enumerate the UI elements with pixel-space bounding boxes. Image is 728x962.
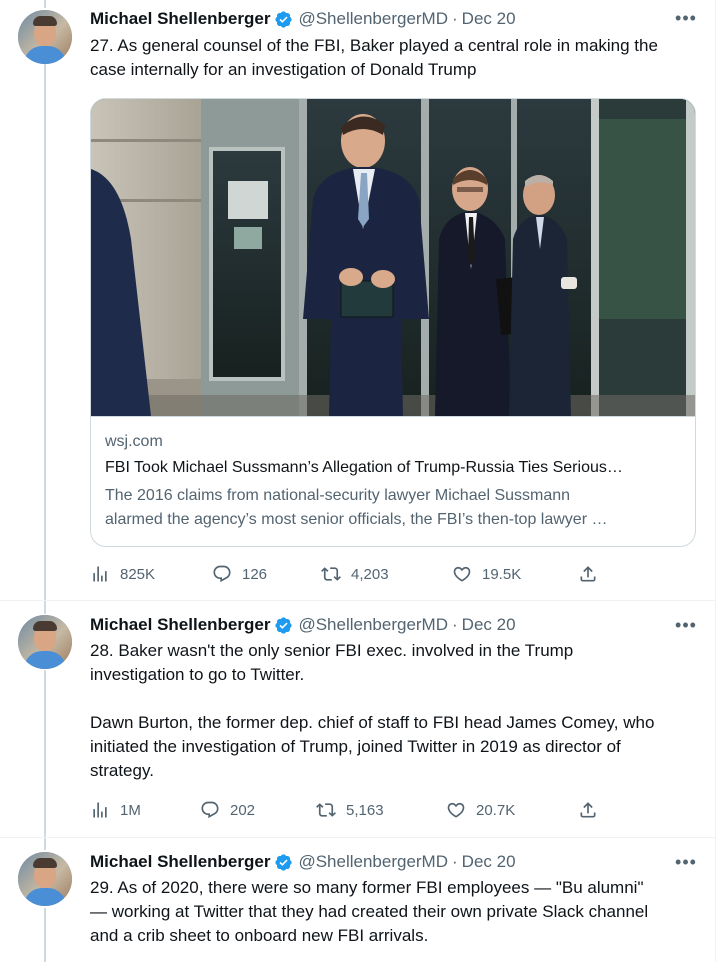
tweet-text-line: 29. As of 2020, there were so many forme… [90,878,644,897]
avatar[interactable] [18,10,72,64]
like-button[interactable]: 19.5K [452,563,521,585]
tweet-text-line: strategy. [90,761,154,780]
card-domain: wsj.com [105,433,163,450]
tweet-text: 27. As general counsel of the FBI, Baker… [90,34,695,82]
tweet-date[interactable]: Dec 20 [462,615,516,635]
views-count: 1M [120,801,141,819]
tweet[interactable]: Michael Shellenberger @ShellenbergerMD ·… [0,601,715,837]
tweet-text-line: investigation to go to Twitter. [90,665,305,684]
more-icon[interactable]: ••• [675,616,697,639]
more-icon[interactable]: ••• [675,853,697,876]
card-title: FBI Took Michael Sussmann’s Allegation o… [105,459,623,476]
tweet-text-line: Dawn Burton, the former dep. chief of st… [90,713,655,732]
tweet-text-line: 27. As general counsel of the FBI, Baker… [90,36,658,55]
tweet-header: Michael Shellenberger @ShellenbergerMD ·… [90,615,516,635]
reply-icon [213,565,231,583]
tweet[interactable]: Michael Shellenberger @ShellenbergerMD ·… [0,0,715,600]
retweet-icon [321,567,341,581]
tweet-text-line: case internally for an investigation of … [90,60,477,79]
views-button[interactable]: 1M [90,799,141,821]
author-handle[interactable]: @ShellenbergerMD [298,852,448,872]
analytics-icon [93,802,107,818]
tweet[interactable]: Michael Shellenberger @ShellenbergerMD ·… [0,838,715,962]
heart-icon [453,566,471,582]
author-name[interactable]: Michael Shellenberger [90,615,270,635]
tweet-date[interactable]: Dec 20 [462,852,516,872]
card-description-line: alarmed the agency’s most senior officia… [105,511,608,528]
separator-dot: · [452,615,458,634]
separator-dot: · [452,9,458,28]
retweet-button[interactable]: 4,203 [321,563,389,585]
retweet-button[interactable]: 5,163 [316,799,384,821]
author-handle[interactable]: @ShellenbergerMD [298,615,448,635]
retweet-count: 5,163 [346,801,384,819]
tweet-header: Michael Shellenberger @ShellenbergerMD ·… [90,9,516,29]
separator-dot: · [452,852,458,871]
tweet-text: 29. As of 2020, there were so many forme… [90,876,695,948]
more-icon[interactable]: ••• [675,9,697,32]
verified-badge-icon [275,853,293,871]
tweet-text: 28. Baker wasn't the only senior FBI exe… [90,639,695,783]
reply-count: 126 [242,565,268,583]
tweet-header: Michael Shellenberger @ShellenbergerMD ·… [90,852,516,872]
avatar[interactable] [18,615,72,669]
author-handle[interactable]: @ShellenbergerMD [298,9,448,29]
verified-badge-icon [275,616,293,634]
avatar[interactable] [18,852,72,906]
share-icon [580,802,596,818]
tweet-date[interactable]: Dec 20 [462,9,516,29]
like-count: 20.7K [476,801,516,819]
like-count: 19.5K [482,565,522,583]
reply-icon [201,801,219,819]
share-button[interactable] [578,799,608,821]
heart-icon [447,802,465,818]
tweet-text-line: initiated the investigation of Trump, jo… [90,737,621,756]
article-photo [91,99,695,417]
tweet-text-line: and a crib sheet to onboard new FBI arri… [90,926,429,945]
card-description: The 2016 claims from national-security l… [105,484,685,532]
tweet-actions: 825K 126 4,203 19.5K [90,563,610,585]
tweet-text-line: 28. Baker wasn't the only senior FBI exe… [90,641,574,660]
retweet-icon [316,803,336,817]
verified-badge-icon [275,10,293,28]
like-button[interactable]: 20.7K [446,799,515,821]
views-count: 825K [120,565,156,583]
author-name[interactable]: Michael Shellenberger [90,9,270,29]
reply-count: 202 [230,801,256,819]
card-description-line: The 2016 claims from national-security l… [105,487,571,504]
tweet-actions: 1M 202 5,163 20.7K [90,799,610,821]
reply-button[interactable]: 126 [212,563,267,585]
link-card[interactable]: wsj.com FBI Took Michael Sussmann’s Alle… [90,98,696,547]
analytics-icon [93,566,107,582]
author-name[interactable]: Michael Shellenberger [90,852,270,872]
timeline-border [715,0,716,962]
retweet-count: 4,203 [351,565,389,583]
reply-button[interactable]: 202 [200,799,255,821]
tweet-text-line: — working at Twitter that they had creat… [90,902,649,921]
views-button[interactable]: 825K [90,563,155,585]
share-icon [580,566,596,582]
share-button[interactable] [578,563,608,585]
